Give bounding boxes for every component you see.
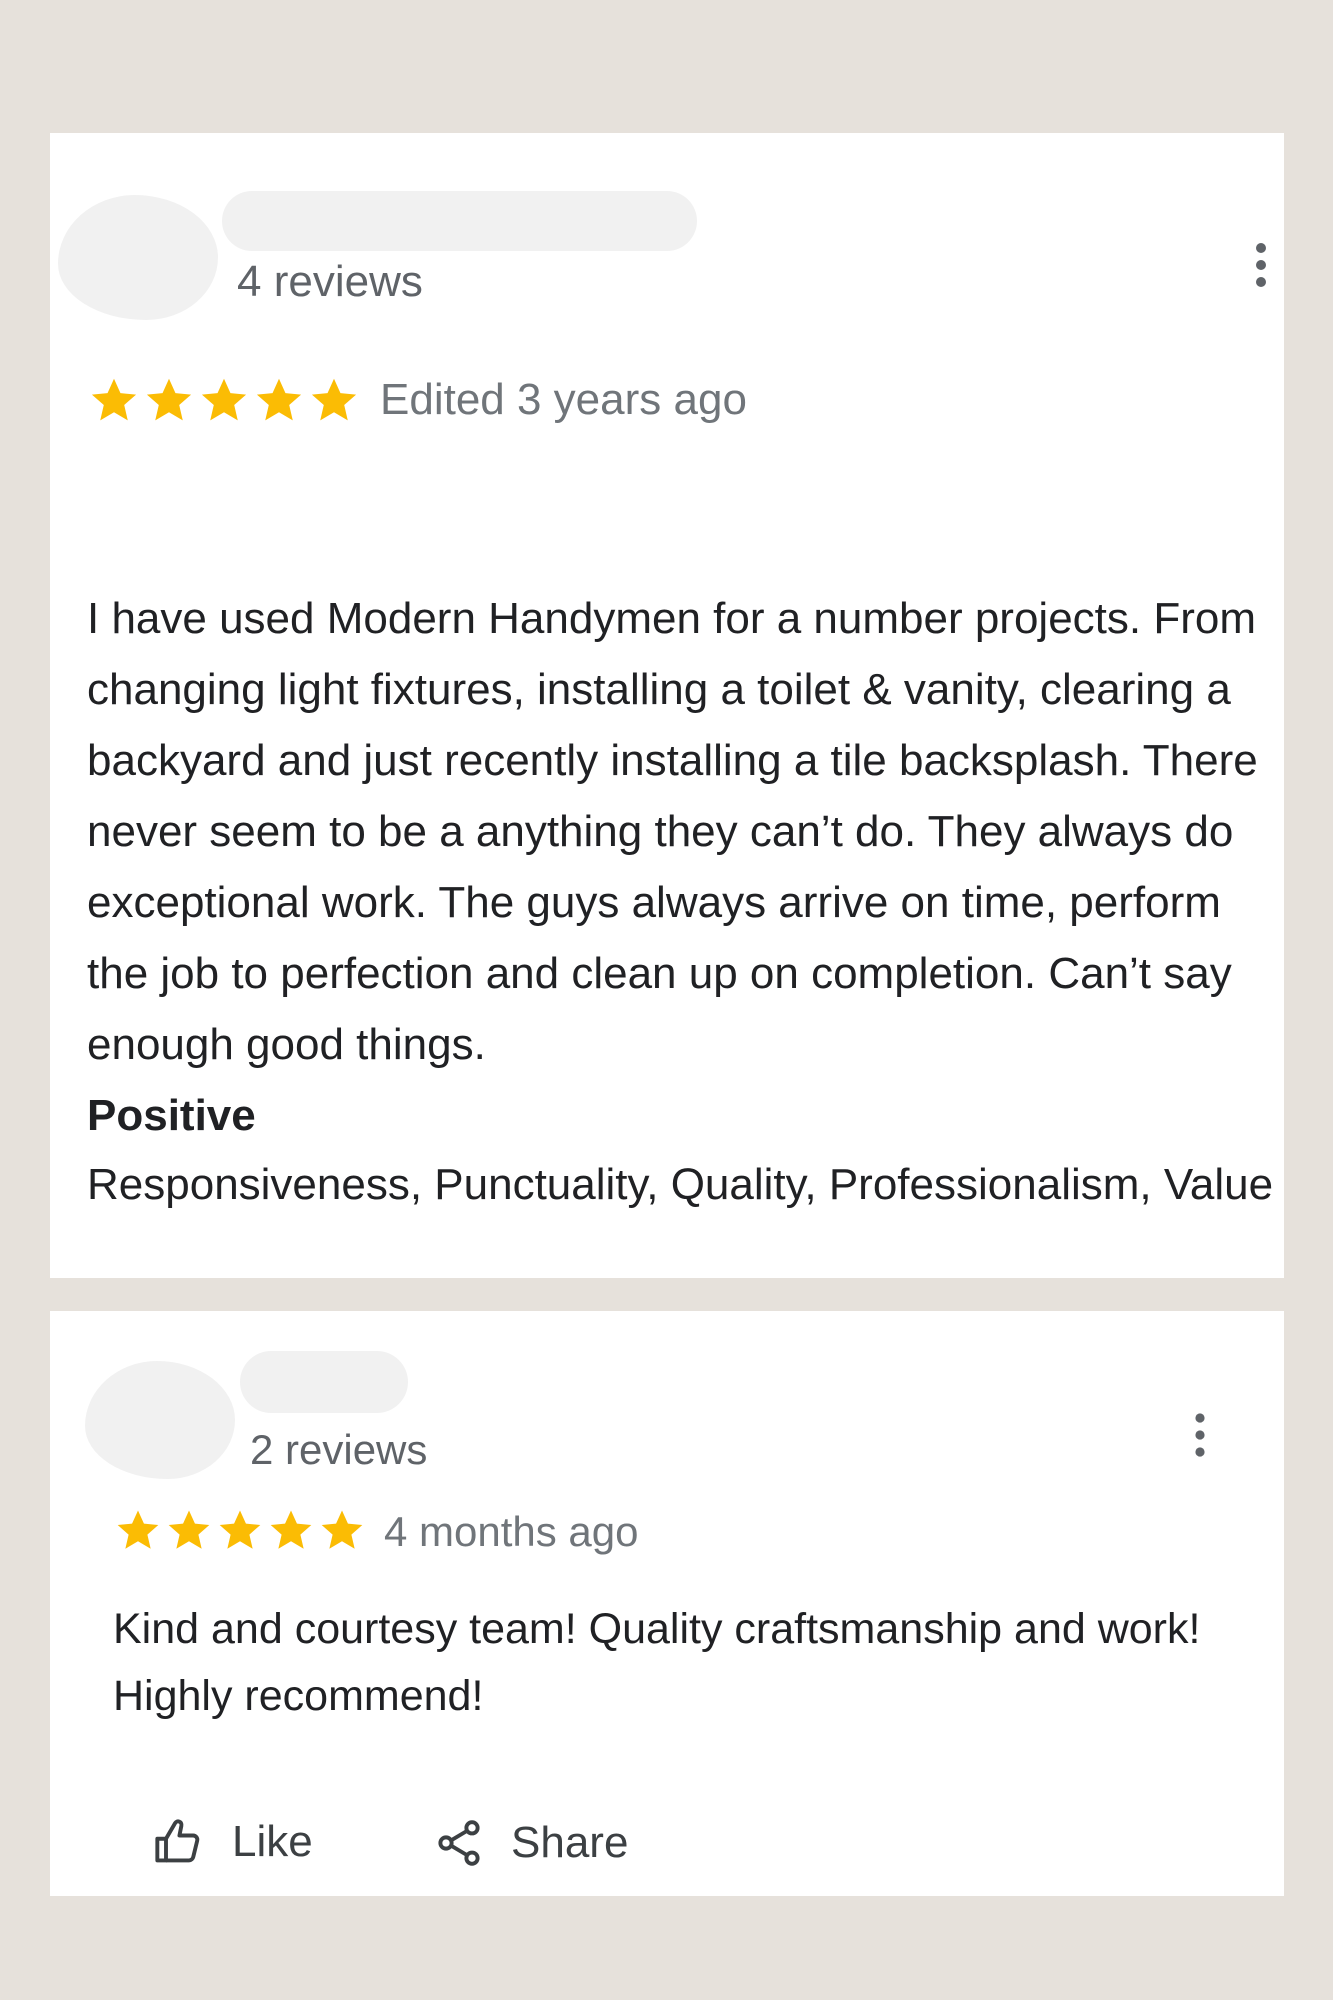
like-button[interactable]: Like — [152, 1816, 313, 1868]
star-icon — [321, 1510, 363, 1549]
star-icon — [91, 378, 137, 421]
more-vertical-icon[interactable] — [1246, 235, 1276, 295]
star-rating — [113, 1507, 367, 1553]
star-icon — [270, 1510, 312, 1549]
thumbs-up-icon — [155, 1819, 200, 1863]
share-label: Share — [511, 1818, 629, 1867]
review-date: Edited 3 years ago — [380, 375, 747, 424]
reviewer-name-redacted[interactable] — [240, 1351, 408, 1413]
star-icon — [146, 378, 192, 421]
review-card: 4 reviews Edited 3 years ago I have used… — [50, 133, 1284, 1278]
attributes-heading: Positive — [87, 1091, 256, 1140]
star-icon — [256, 378, 302, 421]
reviewer-avatar-redacted[interactable] — [85, 1361, 235, 1479]
review-text: Kind and courtesy team! Quality craftsma… — [113, 1605, 1201, 1720]
star-rating — [87, 375, 361, 425]
more-vertical-icon[interactable] — [1185, 1405, 1215, 1465]
reviewer-name-redacted[interactable] — [222, 191, 697, 251]
star-icon — [117, 1510, 159, 1549]
star-icon — [201, 378, 247, 421]
star-icon — [311, 378, 357, 421]
attributes-values: Responsiveness, Punctuality, Quality, Pr… — [87, 1160, 1274, 1209]
share-button[interactable]: Share — [433, 1816, 628, 1870]
review-text: I have used Modern Handymen for a number… — [87, 594, 1258, 1069]
share-icon — [438, 1820, 480, 1866]
review-card: 2 reviews 4 months ago Kind and courtesy… — [50, 1311, 1284, 1896]
reviewer-review-count: 2 reviews — [250, 1426, 428, 1473]
star-icon — [219, 1510, 261, 1549]
star-icon — [168, 1510, 210, 1549]
like-label: Like — [232, 1817, 313, 1866]
review-date: 4 months ago — [384, 1508, 639, 1555]
reviewer-review-count: 4 reviews — [237, 257, 423, 306]
reviewer-avatar-redacted[interactable] — [58, 195, 218, 320]
